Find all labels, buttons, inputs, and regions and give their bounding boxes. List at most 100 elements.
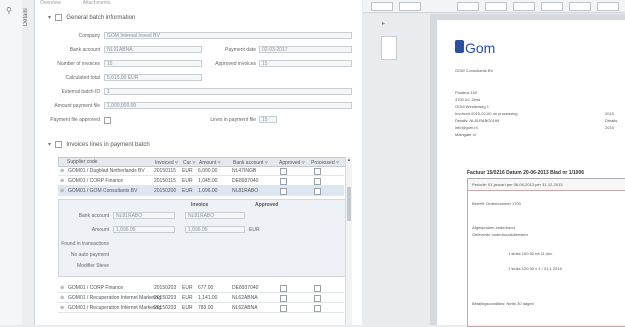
table-row[interactable]: ⊕ GOM01 / Dagblad Netherlands BV 2015011… xyxy=(58,166,344,176)
toolbar-button-5[interactable] xyxy=(513,2,535,11)
row-amount: 783.00 xyxy=(198,305,214,311)
detail-bank-field-1[interactable]: NL81RABO xyxy=(113,212,175,219)
row-cur: EUR xyxy=(182,168,193,174)
row-processed-checkbox[interactable] xyxy=(314,295,321,302)
expand-icon[interactable]: ⊕ xyxy=(60,305,64,311)
doc-right-line: Details xyxy=(605,118,618,123)
expand-icon[interactable]: ⊕ xyxy=(60,295,64,301)
doc-body-line: Betreft: Ordernummer 1700 xyxy=(472,201,521,206)
row-amount: 677.00 xyxy=(198,285,214,291)
external-batch-field[interactable]: 1 xyxy=(104,88,352,95)
external-batch-label: External batch ID xyxy=(61,89,100,95)
row-supplier: GOM01 / CORP Finance xyxy=(68,178,124,184)
table-scrollbar[interactable]: ▴ xyxy=(345,157,352,325)
invoice-heading: Factuur 15/0216 Datum 20-06-2013 Blad nr… xyxy=(467,170,585,176)
doc-addr-line: Postbus 100 xyxy=(455,90,478,95)
detail-amount-label: Amount xyxy=(91,227,109,233)
row-processed-checkbox[interactable] xyxy=(314,168,321,175)
row-amount: 1,045.00 xyxy=(198,178,218,184)
thumbnail-nav-icon[interactable]: ▸ xyxy=(382,20,385,27)
lines-payment-file-label: Lines in payment file xyxy=(210,117,256,123)
doc-addr-line: GOM Consultants BV xyxy=(455,68,494,73)
amount-payment-file-field[interactable]: 1,000,000.00 xyxy=(104,102,352,109)
toolbar-button-4[interactable] xyxy=(485,2,507,11)
row-approved-checkbox[interactable] xyxy=(280,188,287,195)
row-supplier: GOM01 / Recuperation Internet Marketing xyxy=(68,305,162,311)
tab-attachments[interactable]: Attachments xyxy=(83,0,111,6)
doc-note: 1 stuks 120.00 x 1 / 31-1 2015 xyxy=(508,266,562,271)
row-processed-checkbox[interactable] xyxy=(314,305,321,312)
row-approved-checkbox[interactable] xyxy=(280,305,287,312)
payment-file-approved-checkbox[interactable] xyxy=(104,117,111,124)
invoice-document: Gom GOM Consultants BV Postbus 100 3700 … xyxy=(437,20,625,327)
expand-icon[interactable]: ⊕ xyxy=(60,168,64,174)
number-invoices-field[interactable]: 15 xyxy=(104,60,202,67)
general-checkbox[interactable] xyxy=(54,14,62,21)
table-row[interactable]: ⊕ GOM01 / Recuperation Internet Marketin… xyxy=(58,303,344,313)
lines-payment-file-field[interactable]: 15 xyxy=(259,116,277,123)
col-bank[interactable]: Bank account ▿ xyxy=(233,159,268,166)
row-supplier: GOM01 / Dagblad Netherlands BV xyxy=(68,168,145,174)
col-approved[interactable]: Approved ▿ xyxy=(279,159,305,166)
tab-overview[interactable]: Overview xyxy=(40,0,61,6)
amount-payment-file-label: Amount payment file xyxy=(54,103,100,109)
row-processed-checkbox[interactable] xyxy=(314,178,321,185)
bank-account-label: Bank account xyxy=(69,47,100,53)
lines-section-header[interactable]: ▾ Invoices lines in payment batch xyxy=(48,141,150,148)
col-invoiced[interactable]: Invoiced ▿ xyxy=(155,159,178,166)
scroll-up-icon[interactable]: ▴ xyxy=(346,157,352,163)
row-approved-checkbox[interactable] xyxy=(280,178,287,185)
vertical-tab[interactable]: Details xyxy=(22,0,35,325)
page-thumbnail[interactable] xyxy=(381,36,397,60)
general-section-header[interactable]: ▾ General batch information xyxy=(48,14,135,21)
row-processed-checkbox[interactable] xyxy=(314,188,321,195)
doc-addr-line: Details: NL81RABO0199 xyxy=(455,118,500,123)
invoice-body-frame: Betreft: Ordernummer 1700 Afgesproken on… xyxy=(467,190,625,327)
search-icon[interactable]: ⚲ xyxy=(6,6,12,15)
row-processed-checkbox[interactable] xyxy=(314,285,321,292)
detail-col-invoice: Invoice xyxy=(191,202,209,208)
scrollbar-thumb[interactable] xyxy=(347,187,351,221)
lines-checkbox[interactable] xyxy=(54,141,62,148)
payment-date-field[interactable]: 02-03-2017 xyxy=(259,46,352,53)
table-row-selected[interactable]: ⊖ GOM01 / GOM Consultants BV 20150200 EU… xyxy=(58,186,344,196)
company-label: Company xyxy=(78,33,100,39)
expand-icon[interactable]: ⊕ xyxy=(60,178,64,184)
row-supplier: GOM01 / Recuperation Internet Marketing xyxy=(68,295,162,301)
row-invoiced: 20150203 xyxy=(154,295,177,301)
row-approved-checkbox[interactable] xyxy=(280,295,287,302)
table-row[interactable]: ⊕ GOM01 / CORP Finance 20150203 EUR 677.… xyxy=(58,283,344,293)
col-supplier[interactable]: Supplier code xyxy=(67,159,98,165)
row-invoiced: 20150115 xyxy=(154,168,176,174)
detail-amount-field-2[interactable]: 1,096.00 xyxy=(185,226,245,233)
collapse-row-icon[interactable]: ⊖ xyxy=(60,188,64,194)
approved-invoices-field[interactable]: 15 xyxy=(259,60,352,67)
row-approved-checkbox[interactable] xyxy=(280,168,287,175)
toolbar-button-6[interactable] xyxy=(541,2,563,11)
detail-bank-field-2[interactable]: NL81RABO xyxy=(185,212,245,219)
row-supplier: GOM01 / GOM Consultants BV xyxy=(68,188,138,194)
detail-amount-field-1[interactable]: 1,096.00 xyxy=(113,226,175,233)
doc-note: Betalingscondities: Netto 30 dagen xyxy=(472,301,534,306)
row-bank: DE8937040 xyxy=(232,178,259,184)
calculated-total-field[interactable]: 5,015.00 EUR xyxy=(104,74,202,81)
row-bank: NL62ABNA xyxy=(232,295,258,301)
table-row[interactable]: ⊕ GOM01 / CORP Finance 20150115 EUR 1,04… xyxy=(58,176,344,186)
col-cur[interactable]: Cur ▿ xyxy=(183,159,195,166)
col-processed[interactable]: Processed ▿ xyxy=(311,159,339,166)
row-approved-checkbox[interactable] xyxy=(280,285,287,292)
toolbar-button-2[interactable] xyxy=(399,2,421,11)
expand-icon[interactable]: ⊕ xyxy=(60,285,64,291)
table-row[interactable]: ⊕ GOM01 / Recuperation Internet Marketin… xyxy=(58,293,344,303)
doc-addr-line: 3700 AC Zeist xyxy=(455,97,481,102)
row-cur: EUR xyxy=(182,285,193,291)
company-field[interactable]: GOM Internal Invest BV xyxy=(104,32,352,39)
row-bank: NL81RABO xyxy=(232,188,259,194)
toolbar-button-3[interactable] xyxy=(457,2,479,11)
bank-account-field[interactable]: NL91ABNA xyxy=(104,46,202,53)
col-amount[interactable]: Amount ▿ xyxy=(199,159,221,166)
detail-bank-label: Bank account xyxy=(78,213,109,219)
toolbar-button-8[interactable] xyxy=(597,2,619,11)
toolbar-button-1[interactable] xyxy=(371,2,393,11)
toolbar-button-7[interactable] xyxy=(569,2,591,11)
